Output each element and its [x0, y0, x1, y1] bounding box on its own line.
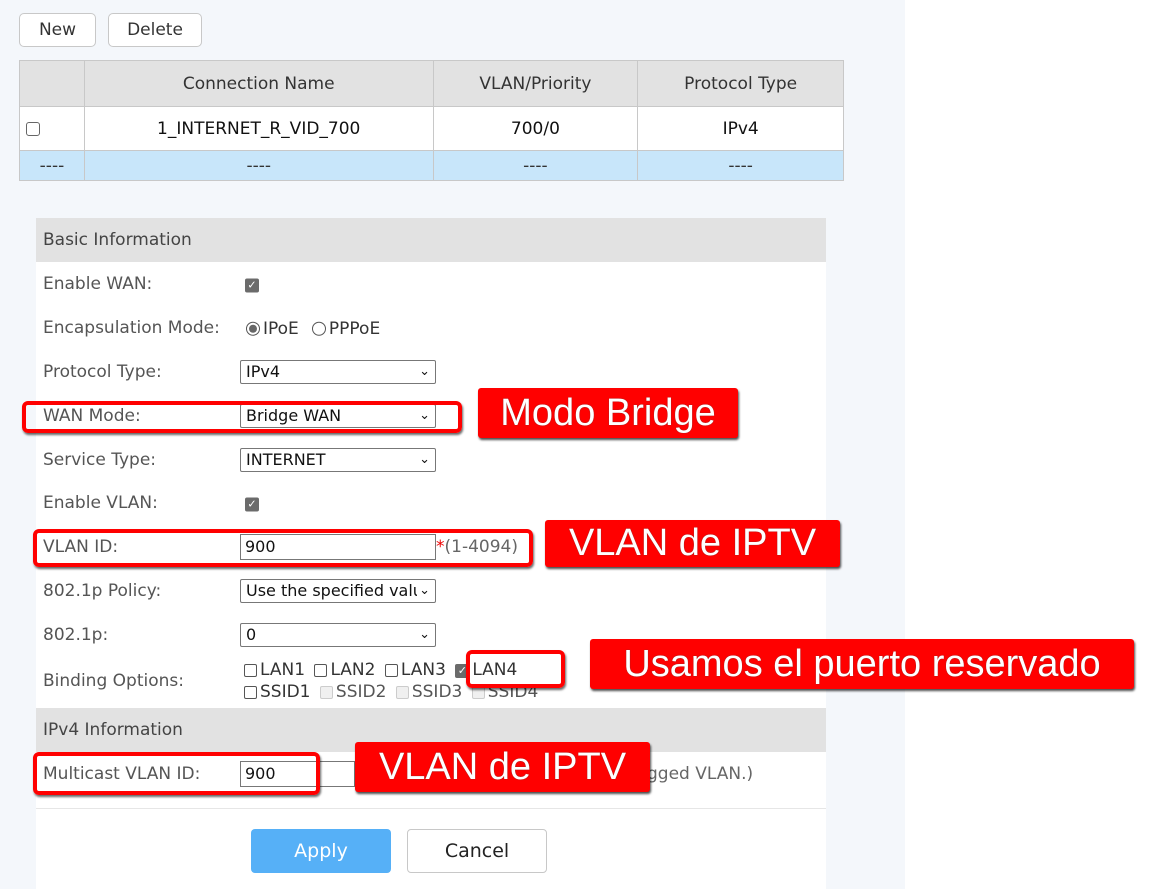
lan1-label: LAN1	[260, 660, 306, 680]
column-header-connection-name: Connection Name	[83, 60, 434, 107]
table-header-row: Connection Name VLAN/Priority Protocol T…	[19, 60, 844, 107]
new-row-cell: ----	[19, 150, 85, 181]
new-button[interactable]: New	[19, 13, 96, 47]
lan2-checkbox[interactable]	[314, 664, 328, 677]
enable-wan-row: Enable WAN: ✓	[36, 262, 826, 306]
service-type-value: INTERNET	[246, 450, 326, 469]
encapsulation-row: Encapsulation Mode: IPoE PPPoE	[36, 306, 826, 350]
8021p-label: 802.1p:	[43, 625, 109, 645]
new-row-cell: ----	[83, 150, 434, 181]
enable-vlan-label: Enable VLAN:	[43, 493, 158, 513]
chevron-down-icon: ⌄	[417, 580, 430, 602]
lan3-label: LAN3	[400, 660, 446, 680]
table-row-new[interactable]: ---- ---- ---- ----	[19, 150, 844, 181]
ipoe-label: IPoE	[263, 318, 299, 339]
lan2-label: LAN2	[330, 660, 376, 680]
service-type-select[interactable]: INTERNET ⌄	[240, 448, 436, 472]
service-type-label: Service Type:	[43, 450, 157, 470]
connections-table: Connection Name VLAN/Priority Protocol T…	[19, 60, 844, 181]
new-row-cell: ----	[432, 150, 639, 181]
vlan-priority-cell: 700/0	[432, 106, 639, 151]
encapsulation-label: Encapsulation Mode:	[43, 318, 220, 338]
apply-button[interactable]: Apply	[251, 829, 391, 873]
table-row[interactable]: 1_INTERNET_R_VID_700 700/0 IPv4	[19, 106, 844, 151]
lan4-highlight	[466, 650, 565, 688]
ssid1-checkbox[interactable]	[244, 685, 257, 699]
8021p-policy-select[interactable]: Use the specified valu ⌄	[240, 579, 436, 603]
lan1-checkbox[interactable]	[244, 664, 257, 677]
delete-button[interactable]: Delete	[108, 13, 202, 47]
service-type-row: Service Type: INTERNET ⌄	[36, 438, 826, 482]
lan4-annotation: Usamos el puerto reservado	[590, 639, 1134, 689]
connection-name-cell: 1_INTERNET_R_VID_700	[83, 106, 434, 151]
8021p-policy-value: Use the specified valu	[246, 581, 423, 600]
protocol-type-select[interactable]: IPv4 ⌄	[240, 360, 436, 384]
multicast-vlan-annotation: VLAN de IPTV	[355, 742, 650, 792]
enable-vlan-row: Enable VLAN: ✓	[36, 481, 826, 525]
enable-vlan-checkbox[interactable]: ✓	[245, 497, 259, 511]
ssid2-checkbox	[319, 685, 333, 699]
row-select-checkbox[interactable]	[26, 121, 40, 136]
ssid3-checkbox	[395, 685, 409, 699]
binding-options-label: Binding Options:	[43, 671, 184, 691]
pppoe-label: PPPoE	[328, 318, 381, 339]
pppoe-radio[interactable]	[311, 321, 326, 336]
protocol-type-cell: IPv4	[637, 106, 844, 151]
wan-mode-annotation: Modo Bridge	[478, 388, 738, 438]
basic-information-header: Basic Information	[36, 218, 826, 262]
protocol-type-label: Protocol Type:	[43, 362, 162, 382]
lan3-checkbox[interactable]	[384, 664, 398, 677]
enable-wan-label: Enable WAN:	[43, 274, 153, 294]
ssid3-label: SSID3	[411, 681, 463, 702]
8021p-policy-row: 802.1p Policy: Use the specified valu ⌄	[36, 569, 826, 613]
enable-wan-checkbox[interactable]: ✓	[245, 278, 259, 292]
new-row-cell: ----	[637, 150, 844, 181]
row-select-cell	[19, 106, 85, 151]
ssid1-label: SSID1	[260, 681, 311, 702]
column-header-protocol-type: Protocol Type	[637, 60, 844, 107]
column-header-select	[19, 60, 85, 107]
column-header-vlan-priority: VLAN/Priority	[432, 60, 639, 107]
cancel-button[interactable]: Cancel	[407, 829, 547, 873]
chevron-down-icon: ⌄	[419, 627, 430, 642]
multicast-vlan-highlight	[33, 752, 320, 795]
ipoe-radio[interactable]	[246, 321, 260, 336]
ssid2-label: SSID2	[335, 681, 387, 702]
8021p-select[interactable]: 0 ⌄	[240, 623, 436, 647]
vlan-id-annotation: VLAN de IPTV	[545, 520, 840, 567]
vlan-id-highlight	[33, 529, 533, 567]
8021p-policy-label: 802.1p Policy:	[43, 581, 162, 601]
8021p-value: 0	[246, 625, 257, 644]
wan-mode-highlight	[22, 401, 462, 433]
multicast-vlan-hint: gged VLAN.)	[647, 764, 754, 784]
chevron-down-icon: ⌄	[419, 364, 430, 379]
form-divider	[36, 808, 826, 809]
chevron-down-icon: ⌄	[419, 452, 430, 467]
protocol-type-value: IPv4	[246, 362, 281, 381]
